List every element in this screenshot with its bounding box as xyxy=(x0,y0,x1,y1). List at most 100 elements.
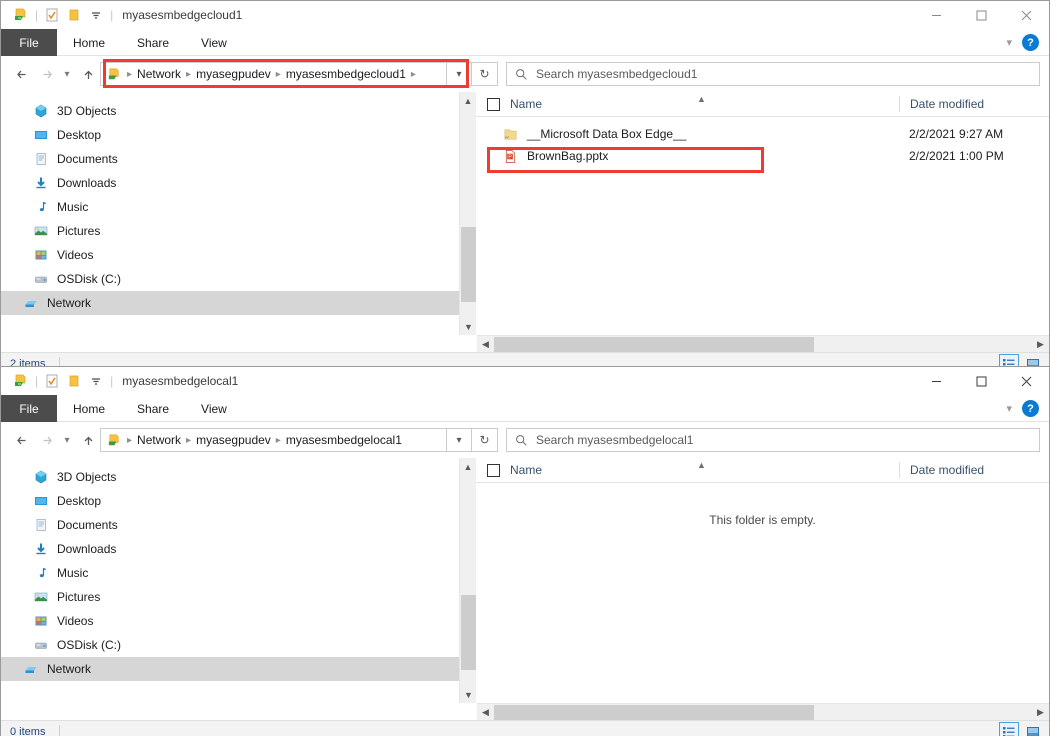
sidebar-item-network[interactable]: Network xyxy=(1,291,459,315)
tab-view[interactable]: View xyxy=(185,395,243,422)
maximize-button[interactable] xyxy=(959,367,1004,395)
select-all-checkbox[interactable] xyxy=(487,464,500,477)
network-folder-icon[interactable] xyxy=(10,370,32,392)
breadcrumb-network[interactable]: Network xyxy=(133,67,185,81)
tab-view[interactable]: View xyxy=(185,29,243,56)
file-name[interactable]: __Microsoft Data Box Edge__ xyxy=(527,127,899,141)
breadcrumb-share[interactable]: myasesmbedgecloud1 xyxy=(282,67,410,81)
customize-dropdown-icon[interactable] xyxy=(85,4,107,26)
search-input[interactable]: Search myasesmbedgelocal1 xyxy=(536,433,693,447)
table-row[interactable]: P BrownBag.pptx 2/2/2021 1:00 PM xyxy=(476,145,1049,167)
breadcrumb-server[interactable]: myasegpudev xyxy=(192,433,275,447)
breadcrumb-network[interactable]: Network xyxy=(133,433,185,447)
hscroll-track[interactable] xyxy=(494,336,1032,353)
table-row[interactable]: __Microsoft Data Box Edge__ 2/2/2021 9:2… xyxy=(476,123,1049,145)
breadcrumb-server[interactable]: myasegpudev xyxy=(192,67,275,81)
sidebar-label: 3D Objects xyxy=(57,470,116,484)
sidebar-item-videos[interactable]: Videos xyxy=(1,243,459,267)
sidebar-item-music[interactable]: Music xyxy=(1,195,459,219)
sidebar-item-desktop[interactable]: Desktop xyxy=(1,123,459,147)
up-button[interactable] xyxy=(76,62,100,86)
sidebar-item-network[interactable]: Network xyxy=(1,657,459,681)
minimize-button[interactable] xyxy=(914,1,959,29)
address-dropdown-icon[interactable]: ▾ xyxy=(447,62,472,86)
up-button[interactable] xyxy=(76,428,100,452)
forward-button[interactable] xyxy=(34,62,58,86)
help-icon[interactable]: ? xyxy=(1022,34,1039,51)
network-folder-icon[interactable] xyxy=(10,4,32,26)
sidebar-item-music[interactable]: Music xyxy=(1,561,459,585)
new-folder-icon[interactable] xyxy=(63,4,85,26)
search-input[interactable]: Search myasesmbedgecloud1 xyxy=(536,67,697,81)
sidebar-vertical-scrollbar[interactable]: ▲ ▼ xyxy=(459,92,476,335)
hscroll-thumb[interactable] xyxy=(494,705,814,720)
details-view-button[interactable] xyxy=(999,722,1019,736)
breadcrumb-sep-1: ▸ xyxy=(185,69,192,80)
sidebar-item-pictures[interactable]: Pictures xyxy=(1,219,459,243)
select-all-checkbox[interactable] xyxy=(487,98,500,111)
scroll-up-icon[interactable]: ▲ xyxy=(460,92,476,109)
new-folder-icon[interactable] xyxy=(63,370,85,392)
status-divider xyxy=(59,725,60,736)
chevron-down-icon[interactable]: ▾ xyxy=(998,402,1020,415)
scroll-up-icon[interactable]: ▲ xyxy=(460,458,476,475)
content-horizontal-scrollbar[interactable]: ◀ ▶ xyxy=(477,335,1049,352)
sidebar-item-osdisk[interactable]: OSDisk (C:) xyxy=(1,633,459,657)
properties-icon[interactable] xyxy=(41,370,63,392)
address-bar[interactable]: ▸ Network ▸ myasegpudev ▸ myasesmbedgecl… xyxy=(100,62,447,86)
search-box[interactable]: Search myasesmbedgelocal1 xyxy=(506,428,1040,452)
hscroll-left-icon[interactable]: ◀ xyxy=(477,339,494,350)
hscroll-thumb[interactable] xyxy=(494,337,814,352)
sidebar-vertical-scrollbar[interactable]: ▲ ▼ xyxy=(459,458,476,703)
scroll-thumb[interactable] xyxy=(461,595,476,670)
close-button[interactable] xyxy=(1004,367,1049,395)
tab-file[interactable]: File xyxy=(1,395,57,422)
maximize-button[interactable] xyxy=(959,1,1004,29)
tab-file[interactable]: File xyxy=(1,29,57,56)
sidebar-item-3d-objects[interactable]: 3D Objects xyxy=(1,465,459,489)
large-icons-view-button[interactable] xyxy=(1023,722,1043,736)
help-icon[interactable]: ? xyxy=(1022,400,1039,417)
refresh-button[interactable]: ↻ xyxy=(472,428,498,452)
sidebar-item-pictures[interactable]: Pictures xyxy=(1,585,459,609)
window-controls xyxy=(914,367,1049,395)
address-bar[interactable]: ▸ Network ▸ myasegpudev ▸ myasesmbedgelo… xyxy=(100,428,447,452)
recent-locations-icon[interactable]: ▾ xyxy=(58,428,76,452)
tab-share[interactable]: Share xyxy=(121,395,185,422)
scroll-down-icon[interactable]: ▼ xyxy=(460,686,477,703)
sidebar-item-osdisk[interactable]: OSDisk (C:) xyxy=(1,267,459,291)
sidebar-item-desktop[interactable]: Desktop xyxy=(1,489,459,513)
customize-dropdown-icon[interactable] xyxy=(85,370,107,392)
search-box[interactable]: Search myasesmbedgecloud1 xyxy=(506,62,1040,86)
properties-icon[interactable] xyxy=(41,4,63,26)
scroll-thumb[interactable] xyxy=(461,227,476,302)
sidebar-item-downloads[interactable]: Downloads xyxy=(1,537,459,561)
close-button[interactable] xyxy=(1004,1,1049,29)
chevron-down-icon[interactable]: ▾ xyxy=(998,36,1020,49)
scroll-down-icon[interactable]: ▼ xyxy=(460,318,477,335)
hscroll-right-icon[interactable]: ▶ xyxy=(1032,339,1049,350)
sidebar-item-documents[interactable]: Documents xyxy=(1,513,459,537)
back-button[interactable] xyxy=(10,62,34,86)
sidebar-item-videos[interactable]: Videos xyxy=(1,609,459,633)
breadcrumb-share[interactable]: myasesmbedgelocal1 xyxy=(282,433,406,447)
recent-locations-icon[interactable]: ▾ xyxy=(58,62,76,86)
address-dropdown-icon[interactable]: ▾ xyxy=(447,428,472,452)
hscroll-left-icon[interactable]: ◀ xyxy=(477,707,494,718)
minimize-button[interactable] xyxy=(914,367,959,395)
tab-home[interactable]: Home xyxy=(57,395,121,422)
hscroll-right-icon[interactable]: ▶ xyxy=(1032,707,1049,718)
sidebar-item-3d-objects[interactable]: 3D Objects xyxy=(1,99,459,123)
refresh-button[interactable]: ↻ xyxy=(472,62,498,86)
sidebar-item-documents[interactable]: Documents xyxy=(1,147,459,171)
tab-share[interactable]: Share xyxy=(121,29,185,56)
content-horizontal-scrollbar[interactable]: ◀ ▶ xyxy=(477,703,1049,720)
column-header-date[interactable]: Date modified xyxy=(899,462,1049,478)
back-button[interactable] xyxy=(10,428,34,452)
file-name[interactable]: BrownBag.pptx xyxy=(527,149,899,163)
column-header-date[interactable]: Date modified xyxy=(899,96,1049,112)
forward-button[interactable] xyxy=(34,428,58,452)
tab-home[interactable]: Home xyxy=(57,29,121,56)
sidebar-item-downloads[interactable]: Downloads xyxy=(1,171,459,195)
hscroll-track[interactable] xyxy=(494,704,1032,721)
